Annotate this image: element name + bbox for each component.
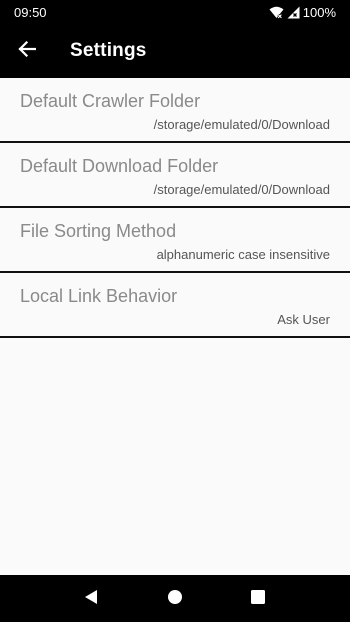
- settings-list: Default Crawler Folder /storage/emulated…: [0, 78, 350, 338]
- pref-summary: /storage/emulated/0/Download: [153, 182, 330, 197]
- pref-local-link-behavior[interactable]: Local Link Behavior Ask User: [0, 273, 350, 338]
- cellular-signal-icon: [287, 6, 300, 19]
- pref-summary: alphanumeric case insensitive: [156, 247, 330, 262]
- system-navigation-bar: [0, 575, 350, 622]
- status-bar: 09:50 100%: [0, 0, 350, 25]
- pref-title: Local Link Behavior: [20, 286, 178, 306]
- back-button[interactable]: [10, 34, 44, 68]
- pref-summary: Ask User: [277, 312, 330, 327]
- triangle-back-icon: [84, 589, 98, 610]
- settings-screen: 09:50 100% Settings Default Crawler Fold…: [0, 0, 350, 622]
- pref-default-crawler-folder[interactable]: Default Crawler Folder /storage/emulated…: [0, 78, 350, 143]
- page-title: Settings: [70, 40, 147, 61]
- app-bar: Settings: [0, 25, 350, 78]
- battery-percent: 100%: [302, 5, 336, 20]
- pref-default-download-folder[interactable]: Default Download Folder /storage/emulate…: [0, 143, 350, 208]
- square-recents-icon: [251, 589, 265, 609]
- pref-summary: /storage/emulated/0/Download: [153, 117, 330, 132]
- pref-title: Default Crawler Folder: [20, 91, 201, 111]
- pref-title: File Sorting Method: [20, 221, 177, 241]
- status-icons: 100%: [269, 5, 336, 20]
- status-time: 09:50: [14, 5, 47, 20]
- nav-back-button[interactable]: [79, 587, 103, 611]
- pref-file-sorting-method[interactable]: File Sorting Method alphanumeric case in…: [0, 208, 350, 273]
- wifi-icon: [269, 6, 284, 19]
- pref-title: Default Download Folder: [20, 156, 219, 176]
- circle-home-icon: [167, 589, 183, 610]
- nav-recents-button[interactable]: [246, 587, 270, 611]
- arrow-left-icon: [18, 40, 37, 62]
- nav-home-button[interactable]: [163, 587, 187, 611]
